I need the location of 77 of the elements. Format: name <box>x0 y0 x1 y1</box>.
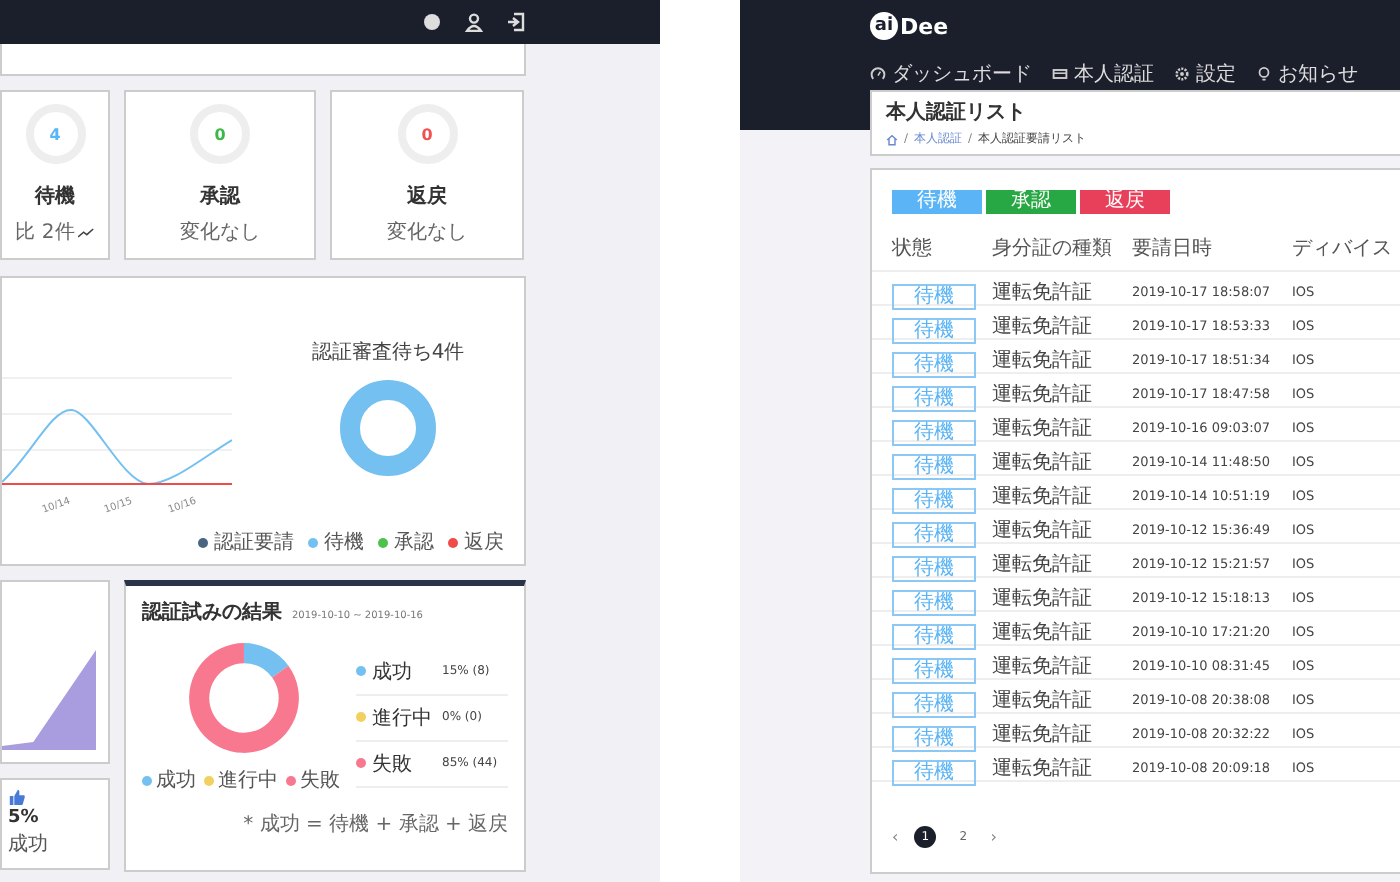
legend-label: 失敗 <box>300 767 340 794</box>
thumbs-up-icon <box>8 788 26 806</box>
table-cell-text: 運転免許証 <box>992 585 1094 611</box>
gauge-icon <box>870 66 886 82</box>
legend-label: 成功 <box>156 767 196 794</box>
legend-label: 認証要請 <box>214 529 294 556</box>
status-badge: 待機 <box>892 658 976 684</box>
status-badge: 待機 <box>892 488 976 514</box>
table-cell-text: 運転免許証 <box>992 347 1094 373</box>
stat-note: 変化なし <box>180 219 260 246</box>
table-cell-text: 運転免許証 <box>992 279 1094 305</box>
lightbulb-icon <box>1256 66 1272 82</box>
table-cell-text: 運転免許証 <box>992 483 1094 509</box>
stat-value: 0 <box>214 125 226 143</box>
legend-label: 待機 <box>324 529 364 556</box>
table-cell-text: 運転免許証 <box>992 449 1094 475</box>
stat-value: 0 <box>421 125 433 143</box>
previous-page-link[interactable]: ‹ <box>892 828 899 846</box>
nav-link[interactable]: ダッシュボード <box>870 60 1032 88</box>
status-badge: 待機 <box>892 624 976 650</box>
status-badge: 待機 <box>892 522 976 548</box>
table-cell-text: 運転免許証 <box>992 517 1094 543</box>
status-badge: 待機 <box>892 420 976 446</box>
stat-value: 4 <box>49 125 61 143</box>
chart-title: 認証審査待ち4件 <box>311 339 465 366</box>
home-icon[interactable] <box>886 133 898 145</box>
table-cell-text: 運転免許証 <box>992 381 1094 407</box>
table-cell-text: 運転免許証 <box>992 415 1094 441</box>
column-header: 状態 <box>892 235 934 262</box>
settings-icon <box>1174 66 1190 82</box>
result-label: 成功 <box>372 659 414 685</box>
status-badge: 待機 <box>892 284 976 310</box>
column-header: 身分証の種類 <box>992 235 1114 262</box>
table-cell-text: 運転免許証 <box>992 313 1094 339</box>
footnote: * 成功 = 待機 + 承認 + 返戻 <box>243 811 508 838</box>
result-label: 進行中 <box>372 705 434 731</box>
success-label: 成功 <box>8 831 48 858</box>
status-badge: 待機 <box>892 454 976 480</box>
legend-label: 承認 <box>394 529 434 556</box>
nav-link[interactable]: 本人認証 <box>1052 60 1154 88</box>
nav-link[interactable]: 設定 <box>1174 60 1236 88</box>
user-icon[interactable] <box>464 12 484 32</box>
stat-note: 変化なし <box>387 219 467 246</box>
status-badge: 待機 <box>892 590 976 616</box>
page-title: 本人認証リスト <box>886 99 1028 126</box>
table-cell-text: 運転免許証 <box>992 619 1094 645</box>
status-badge: 待機 <box>892 352 976 378</box>
logo-mark[interactable]: ai <box>870 12 898 40</box>
column-header: ディバイス <box>1292 236 1394 262</box>
result-label: 失敗 <box>372 751 414 777</box>
status-badge: 待機 <box>892 760 976 786</box>
stat-label: 承認 <box>200 183 240 210</box>
table-cell-text: 運転免許証 <box>992 721 1094 747</box>
status-badge: 待機 <box>892 556 976 582</box>
donut-chart-drawing <box>338 378 438 478</box>
stat-label: 返戻 <box>407 183 447 210</box>
status-badge: 待機 <box>892 726 976 752</box>
stat-note: 比 2件 <box>15 219 75 246</box>
nav-link[interactable]: お知らせ <box>1256 60 1358 88</box>
stat-label: 待機 <box>35 183 75 210</box>
success-rate: 5% <box>8 808 39 828</box>
table-cell-text: 運転免許証 <box>992 653 1094 679</box>
card-icon <box>1052 66 1068 82</box>
table-cell-text: 運転免許証 <box>992 687 1094 713</box>
table-cell-text: 運転免許証 <box>992 551 1094 577</box>
logout-icon[interactable] <box>506 12 526 32</box>
status-badge: 待機 <box>892 386 976 412</box>
status-badge: 待機 <box>892 692 976 718</box>
filter-button[interactable]: 返戻 <box>1080 190 1170 214</box>
status-badge: 待機 <box>892 318 976 344</box>
logo-text[interactable]: Dee <box>900 13 949 39</box>
column-header: 要請日時 <box>1132 235 1214 262</box>
table-cell-text: 運転免許証 <box>992 755 1094 781</box>
legend-label: 返戻 <box>464 529 504 556</box>
legend-label: 進行中 <box>218 767 278 794</box>
card-title: 認証試みの結果 <box>142 599 282 626</box>
next-page-link[interactable]: › <box>990 828 997 846</box>
